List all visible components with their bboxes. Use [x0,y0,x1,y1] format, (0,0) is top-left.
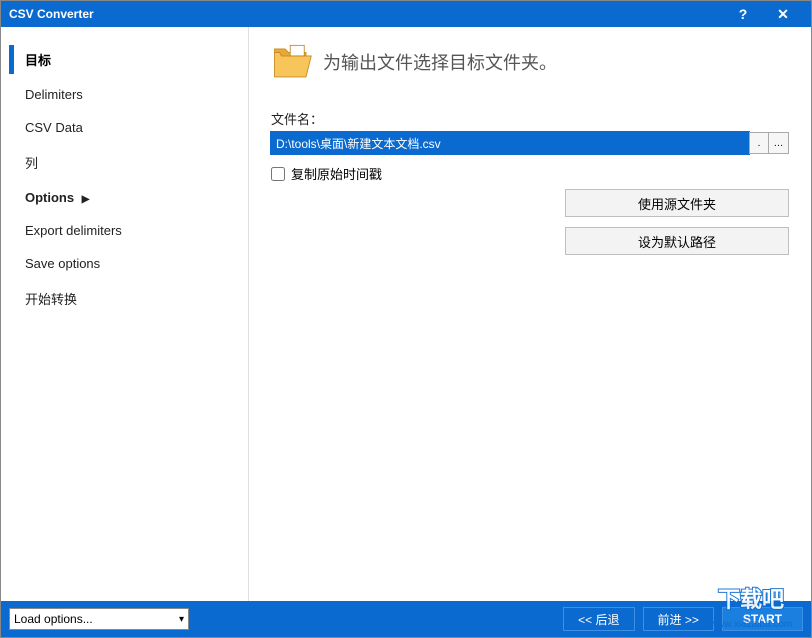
sidebar-item-label: Save options [25,256,100,271]
chevron-right-icon: ▶ [82,194,90,205]
app-window: CSV Converter ? ✕ 目标 Delimiters CSV Data… [0,0,812,638]
sidebar-item-csvdata[interactable]: CSV Data [1,111,248,144]
header-row: 为输出文件选择目标文件夹。 [271,43,789,81]
titlebar: CSV Converter ? ✕ [1,1,811,27]
sidebar-item-label: CSV Data [25,120,83,135]
next-button[interactable]: 前进 >> [643,607,714,631]
close-button[interactable]: ✕ [763,6,803,23]
button-column: 使用源文件夹 设为默认路径 [565,189,789,255]
help-button[interactable]: ? [723,6,763,22]
filename-label: 文件名： [271,109,789,128]
sidebar-item-startconvert[interactable]: 开始转换 [1,280,248,317]
sidebar-item-saveoptions[interactable]: Save options [1,247,248,280]
load-options-select[interactable]: Load options... ▾ [9,608,189,630]
sidebar-item-delimiters[interactable]: Delimiters [1,78,248,111]
sidebar-item-label: 目标 [25,53,51,68]
sidebar-item-columns[interactable]: 列 [1,144,248,181]
chevron-down-icon: ▾ [179,614,184,625]
sidebar-item-target[interactable]: 目标 [1,41,248,78]
sidebar-item-label: 开始转换 [25,292,77,307]
path-browse-button[interactable]: … [769,132,789,154]
copy-timestamp-row[interactable]: 复制原始时间戳 [271,164,789,183]
sidebar-item-label: Delimiters [25,87,83,102]
use-source-folder-button[interactable]: 使用源文件夹 [565,189,789,217]
body: 目标 Delimiters CSV Data 列 Options ▶ Expor… [1,27,811,601]
window-title: CSV Converter [9,7,723,21]
set-default-path-button[interactable]: 设为默认路径 [565,227,789,255]
sidebar-item-label: Options [25,190,74,205]
load-options-label: Load options... [14,612,93,626]
page-title: 为输出文件选择目标文件夹。 [323,49,557,75]
folder-open-icon [271,43,313,81]
path-dot-button[interactable]: . [749,132,769,154]
sidebar-item-options[interactable]: Options ▶ [1,181,248,214]
sidebar-item-label: 列 [25,156,38,171]
copy-timestamp-checkbox[interactable] [271,167,285,181]
start-button[interactable]: START [722,607,803,631]
bottombar: Load options... ▾ << 后退 前进 >> START [1,601,811,637]
sidebar-item-label: Export delimiters [25,223,122,238]
copy-timestamp-label: 复制原始时间戳 [291,164,382,183]
sidebar: 目标 Delimiters CSV Data 列 Options ▶ Expor… [1,27,249,601]
back-button[interactable]: << 后退 [563,607,634,631]
path-input[interactable] [271,132,749,154]
path-row: . … [271,132,789,154]
main-panel: 为输出文件选择目标文件夹。 文件名： . … 复制原始时间戳 使用源文件夹 设为… [249,27,811,601]
sidebar-item-exportdelimiters[interactable]: Export delimiters [1,214,248,247]
